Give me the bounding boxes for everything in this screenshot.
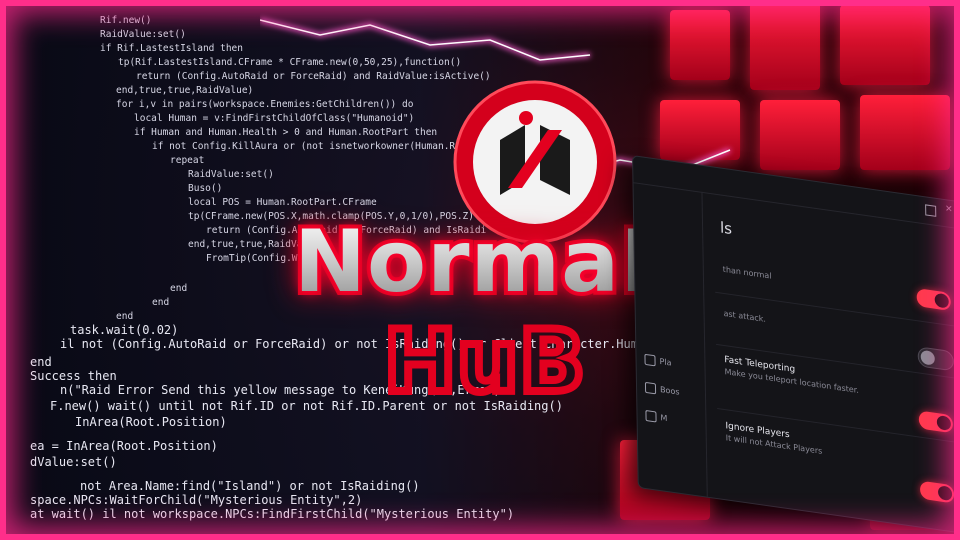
sidebar-item-boost[interactable]: Boos xyxy=(644,381,680,398)
code-line: at wait() il not workspace.NPCs:FindFirs… xyxy=(30,507,515,521)
code-line: repeat xyxy=(170,155,205,166)
setting-desc: ast attack. xyxy=(723,308,767,324)
player-icon xyxy=(644,353,656,367)
code-line: InArea(Root.Position) xyxy=(75,415,227,429)
setting-desc: than normal xyxy=(722,264,772,281)
misc-icon xyxy=(645,409,657,423)
window-sidebar: Pla Boos M xyxy=(633,182,708,497)
code-line: Success then xyxy=(30,369,117,383)
code-line: Buso() xyxy=(188,183,223,194)
code-line: ea = InArea(Root.Position) xyxy=(30,439,218,453)
toggle-switch[interactable] xyxy=(916,288,951,311)
code-line: task.wait(0.02) xyxy=(70,323,179,337)
code-line: if Rif.LastestIsland then xyxy=(100,43,243,54)
close-icon[interactable]: ✕ xyxy=(945,204,954,215)
code-line: space.NPCs:WaitForChild("Mysterious Enti… xyxy=(30,493,363,507)
sidebar-item-misc[interactable]: M xyxy=(645,409,667,424)
code-line: not Area.Name:find("Island") or not IsRa… xyxy=(80,479,420,493)
code-line: RaidValue:set() xyxy=(100,29,186,40)
thumbnail: Rif.new() RaidValue:set() if Rif.LastestIs… xyxy=(0,0,960,540)
toggle-fast-teleporting[interactable] xyxy=(918,410,954,434)
code-line: end xyxy=(152,297,170,308)
sidebar-item-player[interactable]: Pla xyxy=(644,353,672,369)
toggle-switch[interactable] xyxy=(917,346,954,372)
toggle-ignore-players[interactable] xyxy=(919,480,955,504)
boost-icon xyxy=(644,381,657,395)
code-line: end,true,true,RaidValue) xyxy=(116,85,254,96)
section-title: ls xyxy=(719,218,733,239)
script-window: ✕ Pla Boos M ls than normal ast attack. … xyxy=(632,155,960,537)
code-line: dValue:set() xyxy=(30,455,117,469)
code-line: end xyxy=(116,311,134,322)
maximize-icon[interactable] xyxy=(925,204,937,217)
code-line: Rif.new() xyxy=(100,15,152,26)
code-line: end xyxy=(30,355,52,369)
